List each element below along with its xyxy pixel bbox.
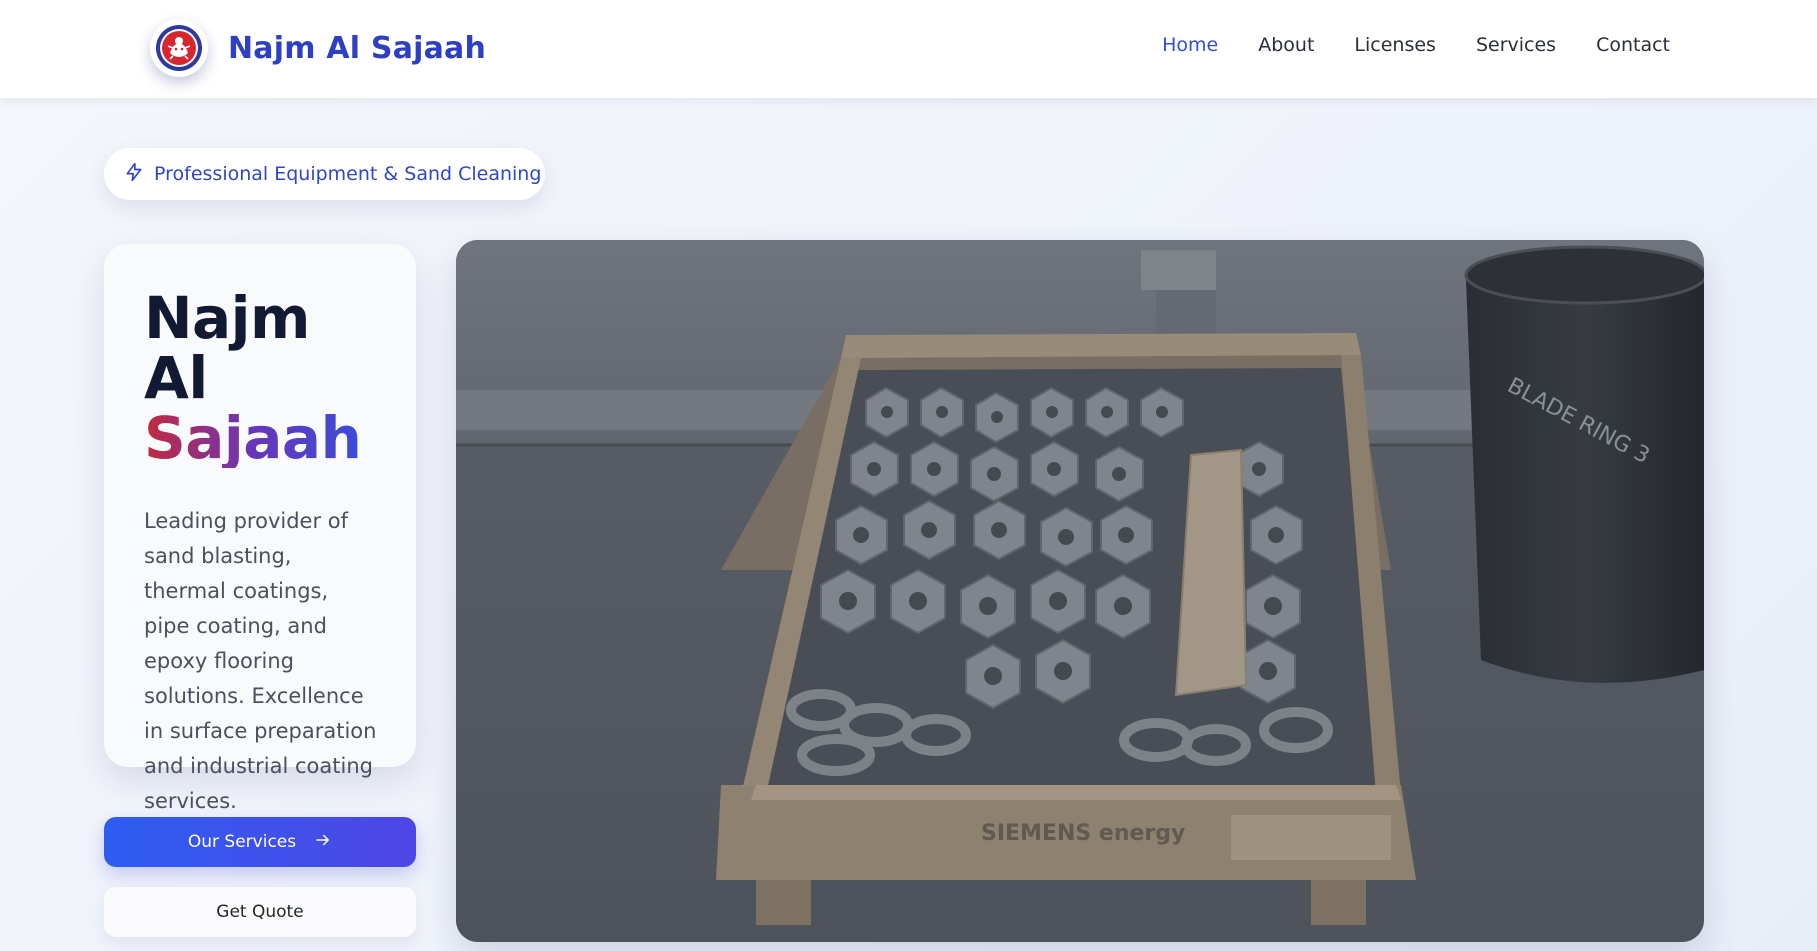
badge-text: Professional Equipment & Sand Cleaning [154, 163, 542, 185]
main-nav: Home About Licenses Services Contact [1162, 34, 1670, 56]
nav-contact[interactable]: Contact [1596, 34, 1670, 56]
brand[interactable]: Najm Al Sajaah [150, 19, 486, 77]
nav-home[interactable]: Home [1162, 34, 1218, 56]
hero-title: Najm Al Sajaah [144, 288, 380, 468]
hero-description: Leading provider of sand blasting, therm… [144, 509, 377, 813]
get-quote-button[interactable]: Get Quote [104, 887, 416, 937]
site-header: Najm Al Sajaah Home About Licenses Servi… [0, 0, 1817, 98]
brand-name[interactable]: Najm Al Sajaah [228, 31, 486, 66]
company-logo-icon[interactable] [150, 19, 208, 77]
nav-about[interactable]: About [1258, 34, 1314, 56]
our-services-button[interactable]: Our Services [104, 817, 416, 867]
arrow-right-icon [314, 831, 332, 854]
nav-services[interactable]: Services [1476, 34, 1556, 56]
our-services-label: Our Services [187, 832, 297, 852]
nav-licenses[interactable]: Licenses [1354, 34, 1436, 56]
hero-image: BLADE RING 3 SIEMENS energy [456, 240, 1704, 942]
lightning-icon [124, 162, 144, 186]
hero-title-line2: Sajaah [144, 408, 380, 468]
intro-card: Najm Al Sajaah Leading provider of sand … [104, 244, 416, 813]
tagline-badge: Professional Equipment & Sand Cleaning [104, 148, 545, 200]
hero-title-line1: Najm Al [144, 284, 311, 412]
